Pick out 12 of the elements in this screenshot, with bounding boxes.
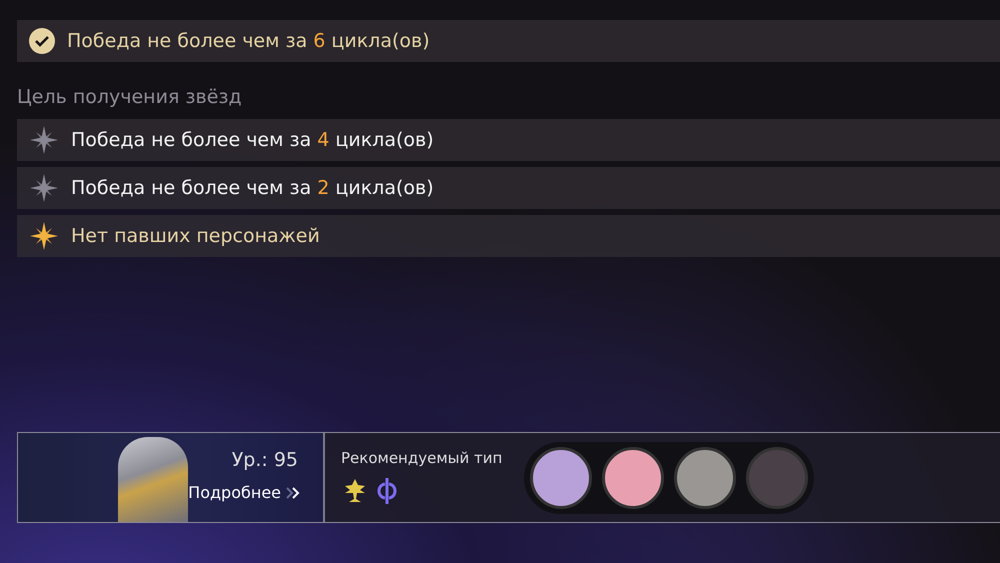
level-text: Ур.: 95 [232, 449, 298, 471]
goal-text: Победа не более чем за 6 цикла(ов) [67, 30, 430, 52]
goal-text: Победа не более чем за 4 цикла(ов) [71, 129, 434, 151]
goal-text: Нет павших персонажей [71, 225, 320, 247]
chevron-icon [285, 486, 300, 500]
avatar-circle [530, 446, 592, 508]
phi-icon [375, 477, 399, 505]
section-heading: Цель получения звёзд [17, 86, 243, 108]
avatar-circle [746, 446, 808, 508]
details-link[interactable]: Подробнее [188, 483, 300, 502]
goal-text: Победа не более чем за 2 цикла(ов) [71, 177, 434, 199]
recommended-label: Рекомендуемый тип [341, 449, 502, 467]
